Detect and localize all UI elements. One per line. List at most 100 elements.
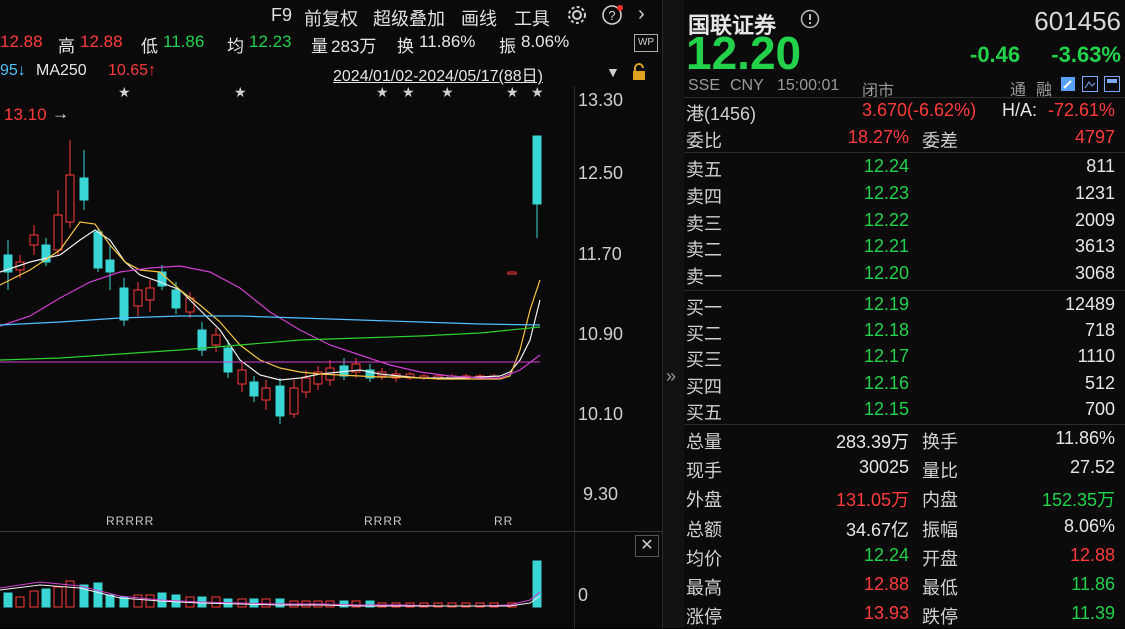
chevron-right-icon[interactable]: ›	[638, 3, 645, 26]
volume-ratio-value: 27.52	[1069, 457, 1115, 477]
ma250-line	[0, 315, 541, 326]
ask-price: 12.23	[863, 183, 909, 203]
order-book-row[interactable]: 卖五 12.24 811	[684, 152, 1125, 181]
volume-bar	[105, 594, 115, 608]
market-label: SSE	[688, 77, 721, 94]
volume-bar	[15, 596, 25, 608]
ask-price: 12.21	[863, 236, 909, 256]
y-axis-label: 11.70	[578, 244, 622, 264]
candle-body	[171, 289, 181, 309]
stock-code: 601456	[1034, 6, 1121, 36]
total-volume-label: 总量	[686, 432, 722, 452]
ha-value: -72.61%	[1047, 100, 1115, 120]
candle-body	[249, 381, 259, 397]
volume-bar	[275, 598, 285, 608]
amount-label: 总额	[686, 520, 722, 540]
wp-button[interactable]: WP	[634, 34, 658, 52]
open-value: 12.88	[1069, 545, 1115, 565]
volume-bar	[29, 590, 39, 608]
ma5-line	[0, 229, 541, 381]
current-hand-value: 30025	[858, 457, 909, 477]
avg-price-label: 均价	[686, 549, 722, 569]
candle-body	[237, 369, 247, 385]
pencil-icon[interactable]	[1060, 76, 1076, 97]
chevron-right-icon[interactable]: »	[666, 366, 676, 387]
order-book-row[interactable]: 卖三 12.22 2009	[684, 206, 1125, 235]
turnover-label: 换手	[922, 432, 958, 452]
ma20-line	[0, 265, 541, 379]
order-book-row[interactable]: 卖二 12.21 3613	[684, 232, 1125, 261]
candle-body	[289, 387, 299, 415]
currency-label: CNY	[730, 77, 764, 94]
bid-price: 12.19	[863, 294, 909, 314]
bid-label: 买五	[686, 403, 722, 423]
candle-body	[93, 231, 103, 269]
kline-chart-area[interactable]: F9 前复权 超级叠加 画线 工具 ? › 12.88 高 12.88 低 11…	[0, 0, 662, 628]
order-book-row[interactable]: 卖一 12.20 3068	[684, 259, 1125, 288]
weicha-value: 4797	[1074, 127, 1115, 147]
panel-splitter[interactable]	[662, 0, 686, 628]
volume-axis-label: 0	[578, 585, 589, 605]
bid-price: 12.18	[863, 320, 909, 340]
hk-price: 3.670(-6.62%)	[862, 100, 977, 120]
mountain-icon[interactable]	[1082, 76, 1098, 97]
svg-text:?: ?	[608, 8, 615, 23]
y-axis-label: 13.30	[578, 90, 624, 110]
order-book-row[interactable]: 买五 12.15 700	[684, 395, 1125, 424]
close-indicator-icon[interactable]: ✕	[635, 535, 659, 557]
limit-down-label: 跌停	[922, 607, 958, 627]
bid-volume: 718	[1084, 320, 1115, 340]
order-book-row[interactable]: 卖四 12.23 1231	[684, 179, 1125, 208]
kline-svg	[0, 135, 542, 608]
volume-bar	[261, 598, 271, 608]
low-label: 最低	[922, 578, 958, 598]
ask-price: 12.20	[863, 263, 909, 283]
limit-down-value: 11.39	[1071, 603, 1115, 623]
ma60-line	[0, 326, 541, 361]
weicha-label: 委差	[922, 131, 958, 151]
axis-separator	[574, 86, 575, 628]
y-axis-label: 12.50	[578, 163, 624, 183]
bid-price: 12.15	[863, 399, 909, 419]
order-book-row[interactable]: 买四 12.16 512	[684, 369, 1125, 398]
lock-icon[interactable]	[631, 62, 647, 87]
info-icon[interactable]	[800, 9, 820, 34]
high-value: 12.88	[863, 574, 909, 594]
bid-volume: 1110	[1077, 346, 1115, 366]
bid-price: 12.16	[863, 373, 909, 393]
help-icon[interactable]: ?	[601, 4, 625, 31]
limit-up-label: 涨停	[686, 607, 722, 627]
weibi-value: 18.27%	[847, 127, 909, 147]
order-book-row[interactable]: 买二 12.18 718	[684, 316, 1125, 345]
weibi-label: 委比	[686, 131, 722, 151]
stat-row: 现手 30025 量比 27.52	[684, 453, 1125, 482]
candle-body	[133, 289, 143, 307]
window-icon[interactable]	[1104, 76, 1120, 97]
candle-body	[53, 214, 63, 251]
candle-body	[105, 259, 115, 273]
ask-volume: 3068	[1074, 263, 1115, 283]
price-change-pct: -3.63%	[1051, 42, 1121, 67]
volume-bar	[133, 594, 143, 608]
ask-volume: 811	[1086, 156, 1115, 176]
current-hand-label: 现手	[686, 461, 722, 481]
ask-volume: 2009	[1074, 210, 1115, 230]
y-axis-label: 10.90	[578, 324, 624, 344]
volume-ratio-label: 量比	[922, 461, 958, 481]
ma10-line	[0, 221, 541, 380]
volume-bar	[145, 594, 155, 608]
candle-body	[197, 329, 207, 351]
quote-panel: 国联证券 601456 12.20 -0.46 -3.63% SSE CNY 1…	[684, 0, 1125, 628]
inner-value: 152.35万	[1041, 490, 1115, 510]
weibi-row: 委比 18.27% 委差 4797	[684, 123, 1125, 152]
order-book-row[interactable]: 买三 12.17 1110	[684, 342, 1125, 371]
dropdown-arrow-icon[interactable]: ▼	[606, 64, 620, 80]
candle-body	[223, 347, 233, 373]
y-axis-label: 10.10	[578, 404, 624, 424]
ask-price: 12.24	[863, 156, 909, 176]
volume-bar	[93, 582, 103, 608]
order-book-row[interactable]: 买一 12.19 12489	[684, 290, 1125, 319]
bid-price: 12.17	[863, 346, 909, 366]
candle-body	[275, 385, 285, 417]
volume-bar	[3, 592, 13, 608]
